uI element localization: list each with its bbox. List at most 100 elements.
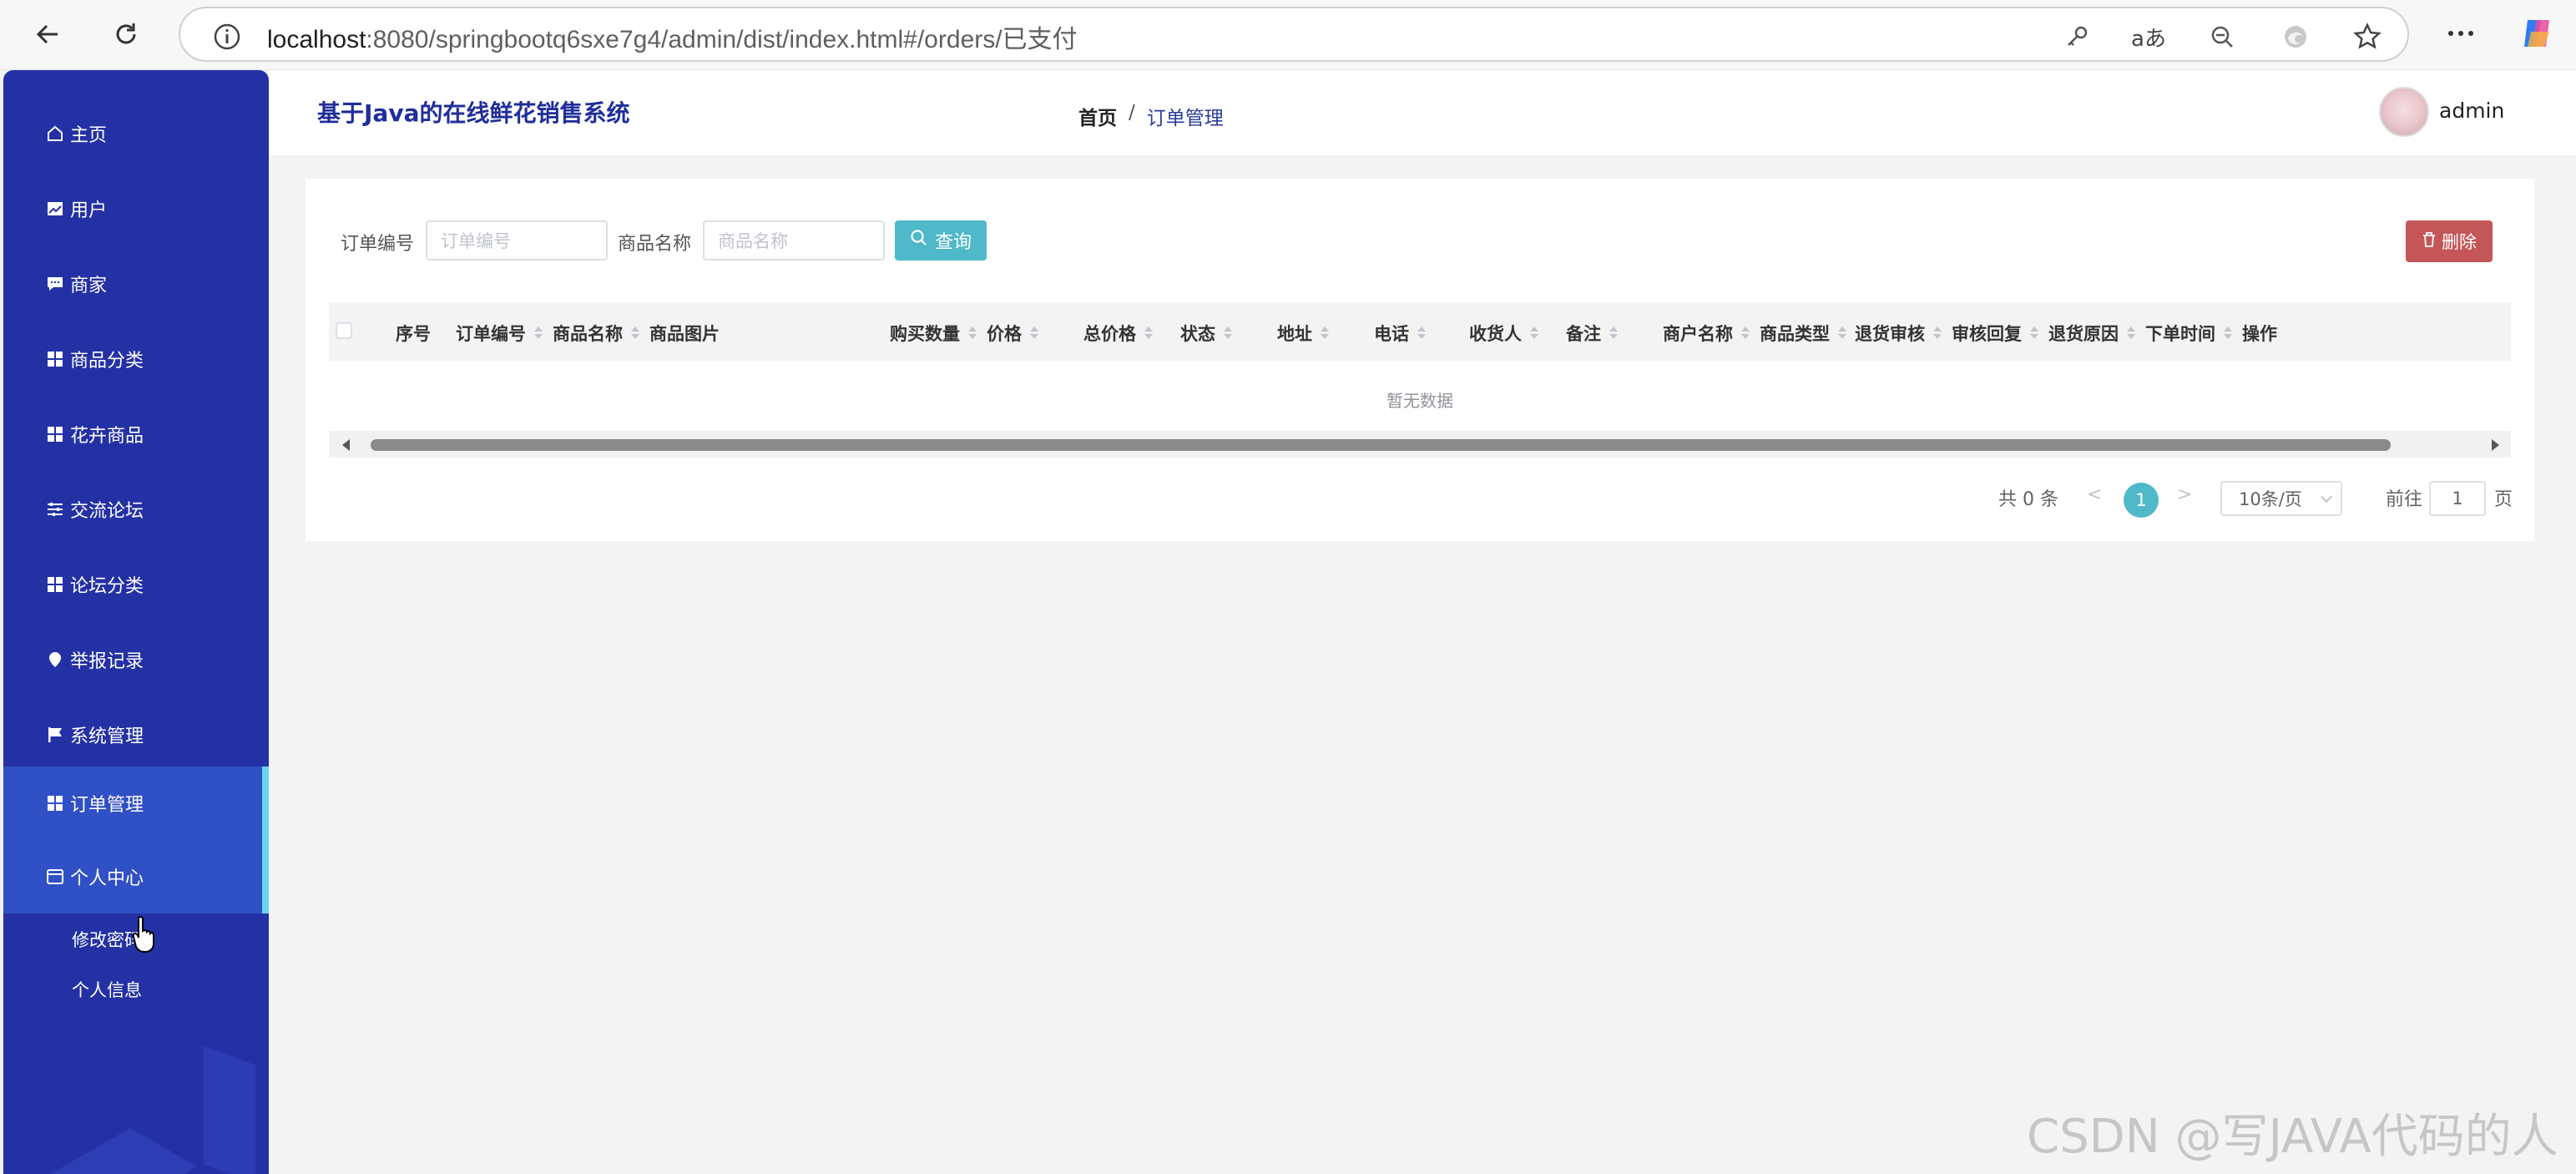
watermark: CSDN @写JAVA代码的人: [2027, 1110, 2558, 1164]
total-count: 共 0 条: [1998, 489, 2058, 510]
sidebar-item-forum-categories[interactable]: 论坛分类: [3, 548, 269, 621]
sidebar-item-home[interactable]: 主页: [3, 97, 269, 170]
column-header: 操作: [2242, 324, 2277, 344]
next-page-button[interactable]: >: [2177, 484, 2192, 505]
prev-page-button[interactable]: <: [2087, 484, 2102, 505]
column-header[interactable]: 退货原因: [2048, 321, 2137, 346]
url-text: localhost:8080/springbootq6sxe7g4/admin/…: [267, 18, 1078, 55]
top-header: 基于Java的在线鲜花销售系统 首页 / 订单管理 admin: [269, 70, 2576, 155]
column-header[interactable]: 订单编号: [456, 321, 544, 346]
column-header[interactable]: 备注: [1566, 321, 1619, 346]
breadcrumb-current: 订单管理: [1146, 108, 1224, 129]
column-header[interactable]: 商品类型: [1760, 321, 1848, 346]
table-header: 序号 订单编号 商品名称 商品图片 购买数量 价格 总价格 状态 地址 电话 收…: [329, 302, 2511, 361]
browser-toolbar: localhost:8080/springbootq6sxe7g4/admin/…: [0, 0, 2576, 70]
page-number-current[interactable]: 1: [2124, 483, 2159, 518]
copilot-icon[interactable]: [2518, 13, 2558, 53]
order-no-label: 订单编号: [341, 234, 415, 255]
edge-icon[interactable]: [2277, 18, 2314, 55]
sort-icon: [1528, 325, 1540, 342]
more-icon[interactable]: [2441, 13, 2481, 53]
orders-table: 序号 订单编号 商品名称 商品图片 购买数量 价格 总价格 状态 地址 电话 收…: [329, 302, 2511, 461]
sidebar-item-categories[interactable]: 商品分类: [3, 322, 269, 396]
back-icon[interactable]: [25, 12, 70, 57]
sidebar-item-label: 商品分类: [70, 351, 144, 372]
column-header[interactable]: 总价格: [1083, 321, 1154, 346]
sort-icon: [1028, 325, 1040, 342]
sidebar-item-merchants[interactable]: 商家: [3, 247, 269, 321]
column-header[interactable]: 购买数量: [890, 321, 978, 346]
sort-icon: [2222, 325, 2234, 342]
order-no-input[interactable]: 订单编号: [426, 220, 608, 261]
column-header[interactable]: 收货人: [1469, 321, 1540, 346]
breadcrumb-separator: /: [1129, 102, 1135, 124]
sidebar-item-reports[interactable]: 举报记录: [3, 623, 269, 696]
url-path: :8080/springbootq6sxe7g4/admin/dist/inde…: [366, 26, 1078, 53]
sidebar-item-label: 主页: [70, 125, 108, 146]
sidebar-item-personal-center[interactable]: 个人中心: [3, 840, 269, 913]
sort-icon: [1416, 325, 1427, 342]
column-header[interactable]: 状态: [1180, 321, 1234, 346]
favorite-star-icon[interactable]: [2349, 18, 2386, 55]
orders-card: 订单编号 订单编号 商品名称 商品名称 查询 删除 序号 订单编号 商品名称 商…: [306, 179, 2534, 541]
sidebar-item-label: 交流论坛: [70, 501, 144, 522]
sort-icon: [1222, 325, 1234, 342]
product-name-label: 商品名称: [618, 234, 692, 255]
zoom-out-icon[interactable]: [2204, 18, 2240, 55]
column-header[interactable]: 审核回复: [1952, 321, 2040, 346]
goto-page-input[interactable]: 1: [2429, 481, 2486, 516]
query-button[interactable]: 查询: [895, 220, 987, 261]
sidebar-item-forum[interactable]: 交流论坛: [3, 473, 269, 546]
sidebar-item-label: 商家: [70, 276, 108, 296]
sidebar-item-orders[interactable]: 订单管理: [3, 767, 269, 840]
sidebar-decoration: [43, 1127, 197, 1174]
horizontal-scrollbar[interactable]: [329, 431, 2511, 458]
product-name-input[interactable]: 商品名称: [703, 220, 885, 261]
grid-icon: [45, 349, 65, 369]
read-aloud-icon[interactable]: aあ: [2130, 18, 2167, 55]
refresh-icon[interactable]: [104, 12, 149, 57]
column-header[interactable]: 商品名称: [553, 321, 641, 346]
hand-cursor-icon: [132, 915, 160, 957]
column-header[interactable]: 退货审核: [1855, 321, 1943, 346]
sidebar-subitem-personal-info[interactable]: 个人信息: [72, 977, 142, 1002]
key-icon[interactable]: [2058, 18, 2095, 55]
sort-icon: [1932, 325, 1943, 342]
sort-icon: [1319, 325, 1331, 342]
delete-button-label: 删除: [2442, 232, 2477, 252]
select-all-checkbox[interactable]: [336, 322, 352, 339]
grid-icon: [45, 793, 65, 813]
breadcrumb: 首页 / 订单管理: [1078, 102, 1224, 130]
sort-icon: [1608, 325, 1619, 342]
address-bar[interactable]: localhost:8080/springbootq6sxe7g4/admin/…: [179, 7, 2409, 62]
sidebar: 主页 用户 商家 商品分类 花卉商品 交流论坛 论坛分类 举报记录 系统管理 订…: [3, 70, 269, 1174]
scroll-right-icon[interactable]: [2488, 438, 2503, 453]
grid-icon: [45, 574, 65, 595]
avatar[interactable]: [2379, 87, 2429, 137]
query-button-label: 查询: [934, 232, 972, 253]
info-icon[interactable]: [209, 18, 245, 55]
location-icon: [45, 650, 65, 670]
column-header[interactable]: 下单时间: [2145, 321, 2234, 346]
column-header[interactable]: 电话: [1374, 321, 1427, 346]
column-header: 序号: [396, 324, 431, 344]
sidebar-item-system[interactable]: 系统管理: [3, 698, 269, 772]
sort-icon: [1143, 325, 1154, 342]
column-header[interactable]: 地址: [1277, 321, 1331, 346]
column-header[interactable]: 商户名称: [1663, 321, 1751, 346]
sort-icon: [629, 325, 641, 342]
scroll-left-icon[interactable]: [339, 438, 354, 453]
sidebar-item-flowers[interactable]: 花卉商品: [3, 397, 269, 471]
username[interactable]: admin: [2439, 99, 2504, 123]
delete-button[interactable]: 删除: [2406, 220, 2493, 262]
sidebar-item-users[interactable]: 用户: [3, 172, 269, 245]
sidebar-item-label: 论坛分类: [70, 576, 144, 597]
active-indicator: [262, 840, 269, 913]
breadcrumb-home[interactable]: 首页: [1078, 102, 1117, 130]
sidebar-item-label: 用户: [70, 200, 108, 221]
page-size-value: 10条/页: [2239, 489, 2302, 509]
page-size-select[interactable]: 10条/页: [2220, 481, 2342, 516]
sort-icon: [1740, 325, 1751, 342]
column-header[interactable]: 价格: [987, 321, 1040, 346]
scroll-thumb[interactable]: [371, 439, 2391, 451]
